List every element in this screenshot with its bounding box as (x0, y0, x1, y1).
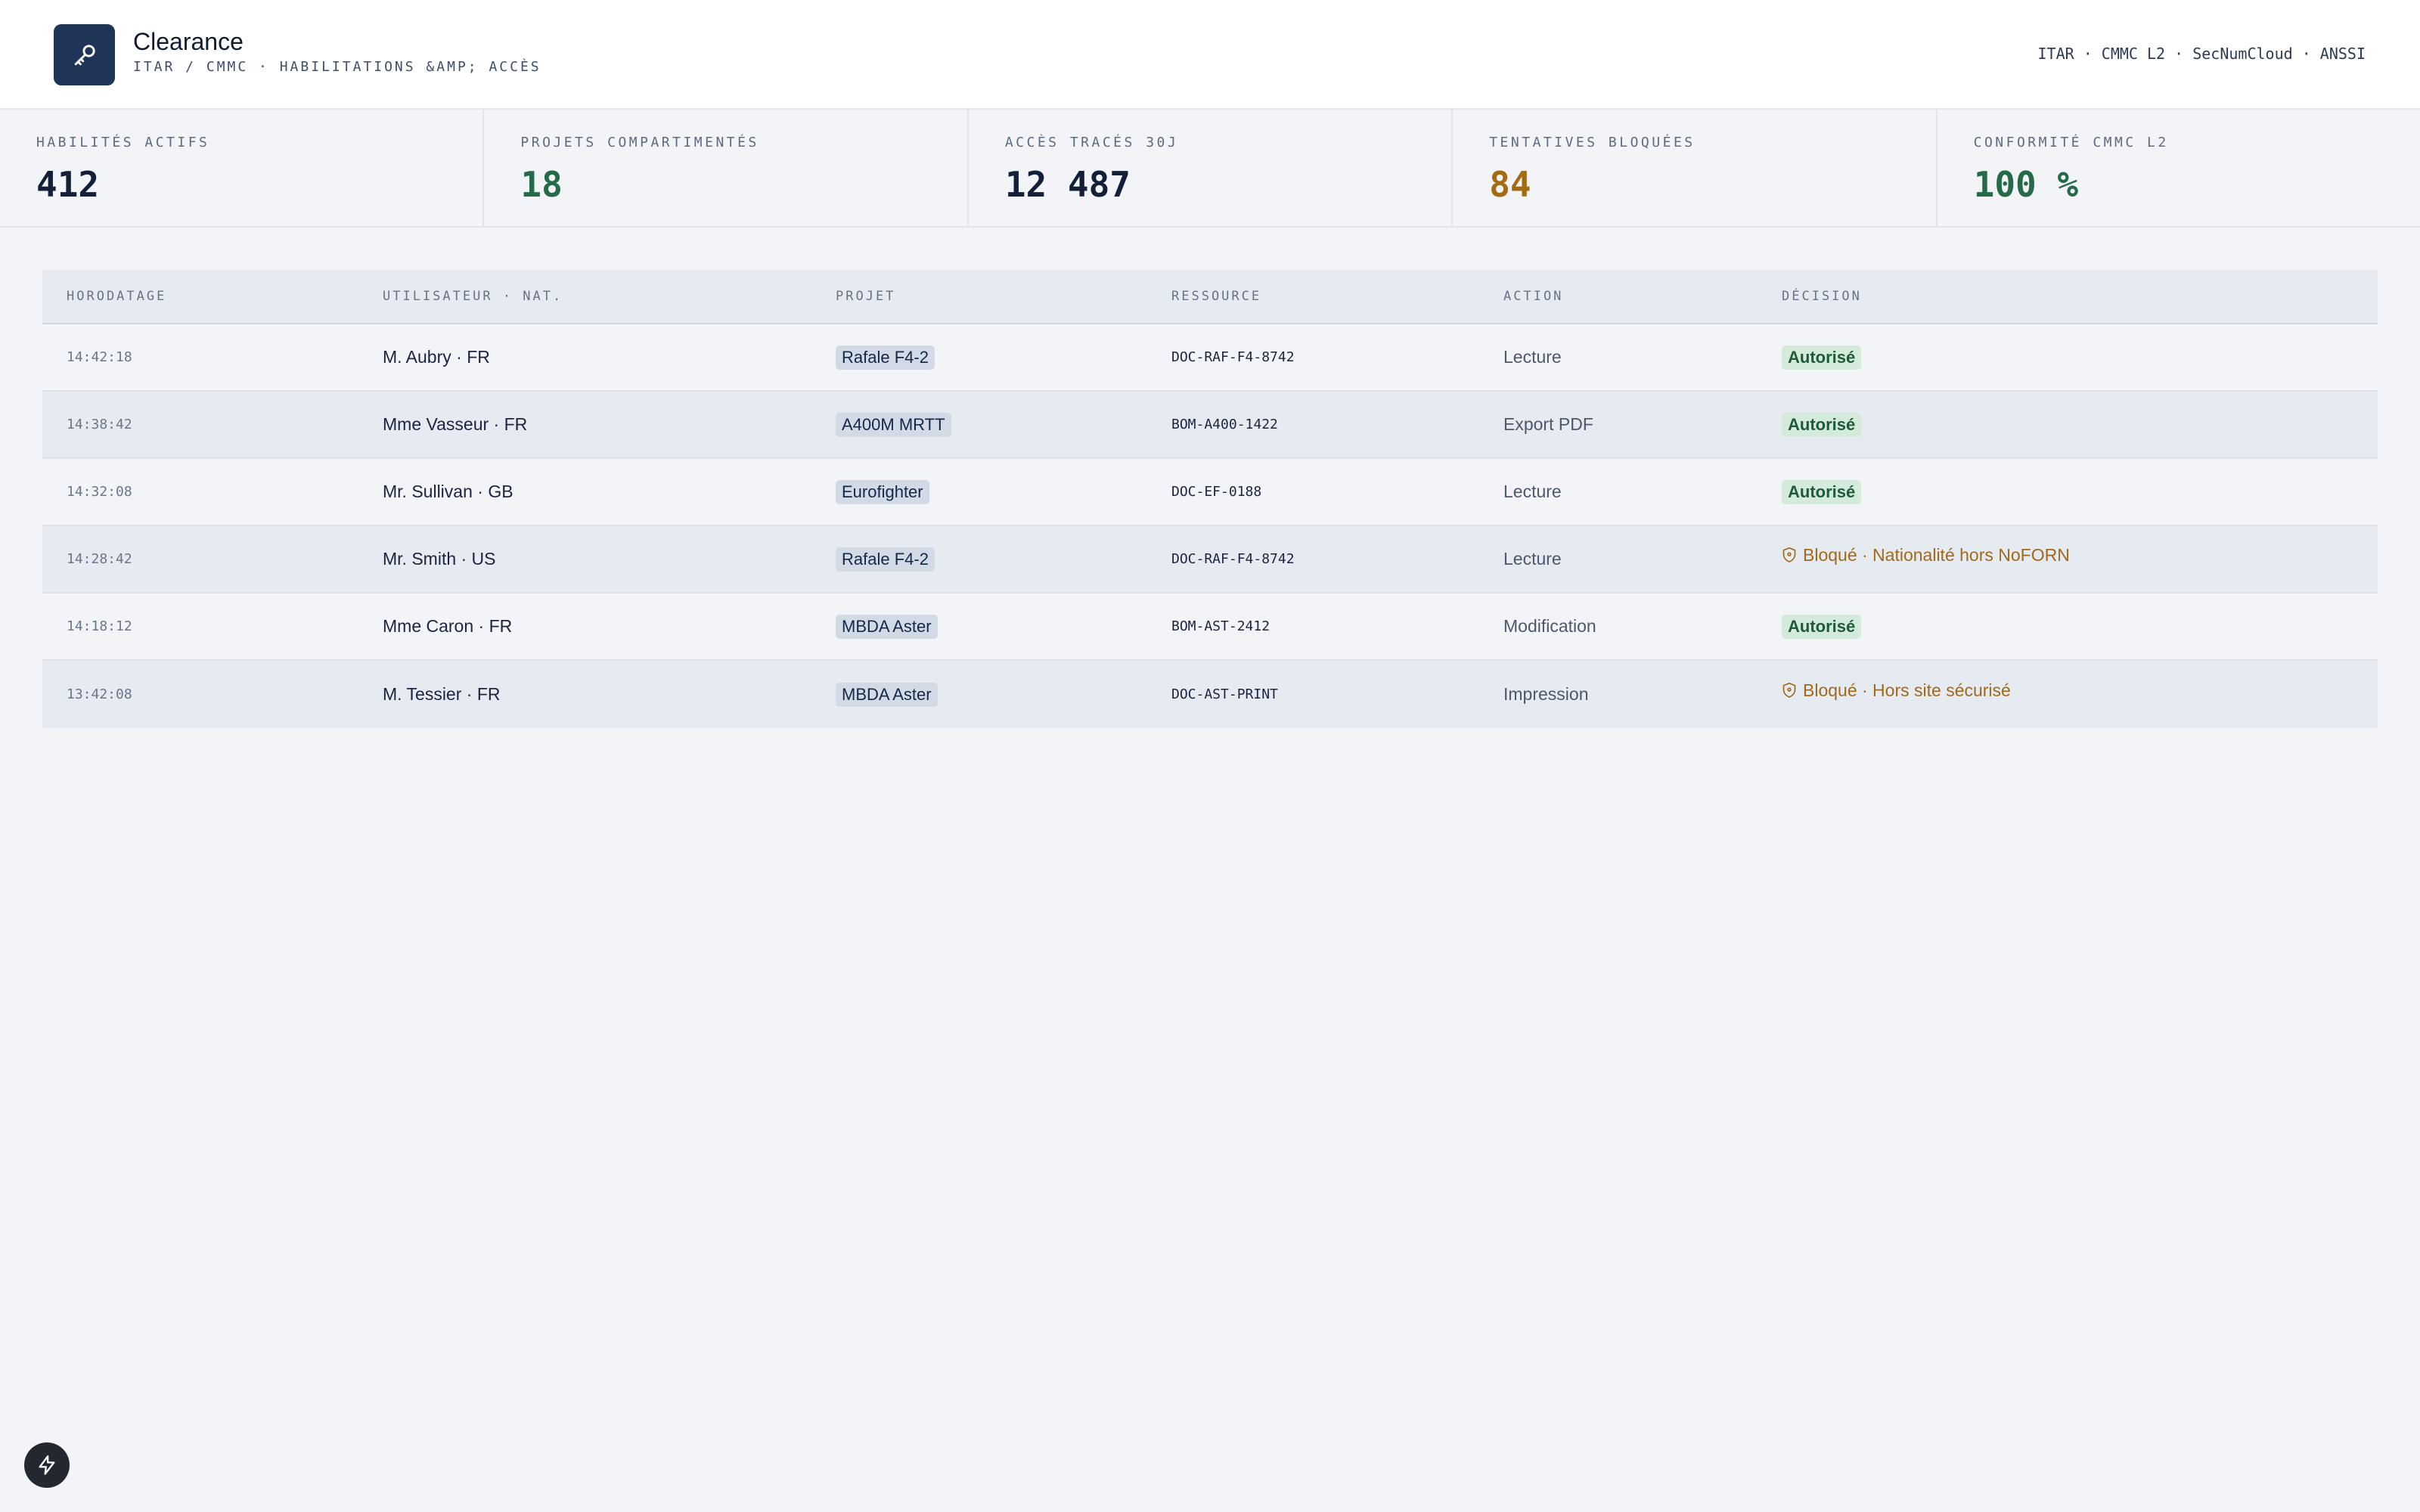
column-header-user[interactable]: UTILISATEUR · NAT. (358, 289, 811, 304)
kpi-label: CONFORMITÉ CMMC L2 (1973, 135, 2169, 150)
cell-action: Export PDF (1503, 414, 1593, 434)
decision-blocked-text: Bloqué · Hors site sécurisé (1803, 680, 2011, 700)
kpi-label: HABILITÉS ACTIFS (36, 135, 210, 150)
cell-timestamp: 14:28:42 (67, 551, 132, 567)
key-icon (74, 44, 95, 65)
cell-project: MBDA Aster (811, 682, 1147, 707)
app-subtitle: ITAR / CMMC · HABILITATIONS &AMP; ACCÈS (133, 59, 541, 75)
cell-timestamp: 14:32:08 (67, 484, 132, 500)
cell-project: Eurofighter (811, 479, 1147, 504)
project-tag[interactable]: MBDA Aster (836, 614, 938, 639)
kpi-value: 12 487 (1004, 164, 1131, 205)
project-tag[interactable]: Rafale F4-2 (836, 547, 935, 572)
cell-timestamp: 13:42:08 (67, 686, 132, 702)
app-title: Clearance (133, 28, 244, 55)
cell-decision: Autorisé (1758, 614, 2378, 639)
kpi-strip: HABILITÉS ACTIFS 412 PROJETS COMPARTIMEN… (0, 110, 2420, 228)
column-header-resource[interactable]: RESSOURCE (1147, 289, 1479, 304)
table-row[interactable]: 14:28:42 Mr. Smith · US Rafale F4-2 DOC-RAF… (42, 526, 2378, 593)
column-header-decision[interactable]: DÉCISION (1758, 289, 2378, 304)
app-logo[interactable] (54, 24, 115, 85)
quick-action-button[interactable] (24, 1442, 70, 1488)
column-header-action[interactable]: ACTION (1479, 289, 1758, 304)
cell-decision: Autorisé (1758, 412, 2378, 437)
decision-badge-authorized: Autorisé (1782, 479, 1862, 504)
cell-action: Lecture (1503, 482, 1562, 501)
table-row[interactable]: 14:38:42 Mme Vasseur · FR A400M MRTT BOM-A4… (42, 392, 2378, 459)
decision-badge-authorized: Autorisé (1782, 412, 1862, 437)
kpi-label: PROJETS COMPARTIMENTÉS (520, 135, 759, 150)
kpi-value: 412 (36, 164, 100, 205)
table-header: HORODATAGE UTILISATEUR · NAT. PROJET RES… (42, 270, 2378, 324)
cell-user: Mr. Smith · US (383, 549, 496, 569)
cell-resource: DOC-AST-PRINT (1171, 686, 1278, 702)
cell-decision: Bloqué · Nationalité hors NoFORN (1758, 545, 2378, 571)
cell-user: M. Aubry · FR (383, 347, 490, 367)
cell-action: Lecture (1503, 549, 1562, 569)
cell-resource: BOM-AST-2412 (1171, 618, 1270, 634)
cell-decision: Autorisé (1758, 479, 2378, 504)
kpi-traced-access: ACCÈS TRACÉS 30J 12 487 (969, 110, 1454, 226)
table-row[interactable]: 14:42:18 M. Aubry · FR Rafale F4-2 DOC-RAF-… (42, 324, 2378, 392)
decision-blocked: Bloqué · Nationalité hors NoFORN (1782, 545, 2070, 565)
decision-blocked-text: Bloqué · Nationalité hors NoFORN (1803, 544, 2070, 565)
kpi-blocked-attempts: TENTATIVES BLOQUÉES 84 (1453, 110, 1938, 226)
lightning-icon (39, 1455, 55, 1475)
cell-project: Rafale F4-2 (811, 547, 1147, 572)
cell-action: Modification (1503, 616, 1596, 636)
cell-user: Mme Vasseur · FR (383, 414, 528, 434)
table-row[interactable]: 14:32:08 Mr. Sullivan · GB Eurofighter DOC-… (42, 459, 2378, 526)
kpi-value: 100 % (1973, 164, 2079, 205)
cell-user: Mr. Sullivan · GB (383, 482, 513, 501)
cell-project: MBDA Aster (811, 614, 1147, 639)
decision-blocked: Bloqué · Hors site sécurisé (1782, 680, 2011, 701)
cell-user: M. Tessier · FR (383, 684, 501, 704)
cell-timestamp: 14:38:42 (67, 417, 132, 432)
decision-badge-authorized: Autorisé (1782, 614, 1862, 639)
cell-action: Impression (1503, 684, 1589, 704)
cell-project: A400M MRTT (811, 412, 1147, 437)
cell-action: Lecture (1503, 347, 1562, 367)
app-header: Clearance ITAR / CMMC · HABILITATIONS &A… (0, 0, 2420, 110)
project-tag[interactable]: A400M MRTT (836, 412, 951, 437)
cell-resource: DOC-RAF-F4-8742 (1171, 349, 1295, 365)
shield-icon (1782, 682, 1797, 699)
kpi-cmmc-compliance: CONFORMITÉ CMMC L2 100 % (1938, 110, 2420, 226)
column-header-project[interactable]: PROJET (811, 289, 1147, 304)
cell-timestamp: 14:18:12 (67, 618, 132, 634)
cell-project: Rafale F4-2 (811, 345, 1147, 370)
kpi-value: 84 (1489, 164, 1531, 205)
cell-user: Mme Caron · FR (383, 616, 513, 636)
table-body: 14:42:18 M. Aubry · FR Rafale F4-2 DOC-RAF-… (42, 324, 2378, 728)
project-tag[interactable]: Rafale F4-2 (836, 345, 935, 370)
kpi-label: ACCÈS TRACÉS 30J (1004, 135, 1179, 150)
decision-badge-authorized: Autorisé (1782, 345, 1862, 370)
table-row[interactable]: 13:42:08 M. Tessier · FR MBDA Aster DOC-AST… (42, 661, 2378, 728)
kpi-value: 18 (520, 164, 563, 205)
shield-icon (1782, 547, 1797, 563)
kpi-active-cleared: HABILITÉS ACTIFS 412 (0, 110, 485, 226)
cell-decision: Autorisé (1758, 345, 2378, 370)
column-header-timestamp[interactable]: HORODATAGE (42, 289, 358, 304)
cell-resource: DOC-RAF-F4-8742 (1171, 551, 1295, 567)
kpi-compartmented-projects: PROJETS COMPARTIMENTÉS 18 (484, 110, 969, 226)
cell-resource: BOM-A400-1422 (1171, 417, 1278, 432)
cell-timestamp: 14:42:18 (67, 349, 132, 365)
project-tag[interactable]: MBDA Aster (836, 682, 938, 707)
project-tag[interactable]: Eurofighter (836, 479, 929, 504)
table-row[interactable]: 14:18:12 Mme Caron · FR MBDA Aster BOM-AST-… (42, 593, 2378, 661)
access-log-table: HORODATAGE UTILISATEUR · NAT. PROJET RES… (42, 270, 2378, 728)
kpi-label: TENTATIVES BLOQUÉES (1489, 135, 1696, 150)
cell-resource: DOC-EF-0188 (1171, 484, 1262, 500)
compliance-frameworks: ITAR · CMMC L2 · SecNumCloud · ANSSI (2037, 45, 2366, 63)
cell-decision: Bloqué · Hors site sécurisé (1758, 680, 2378, 706)
